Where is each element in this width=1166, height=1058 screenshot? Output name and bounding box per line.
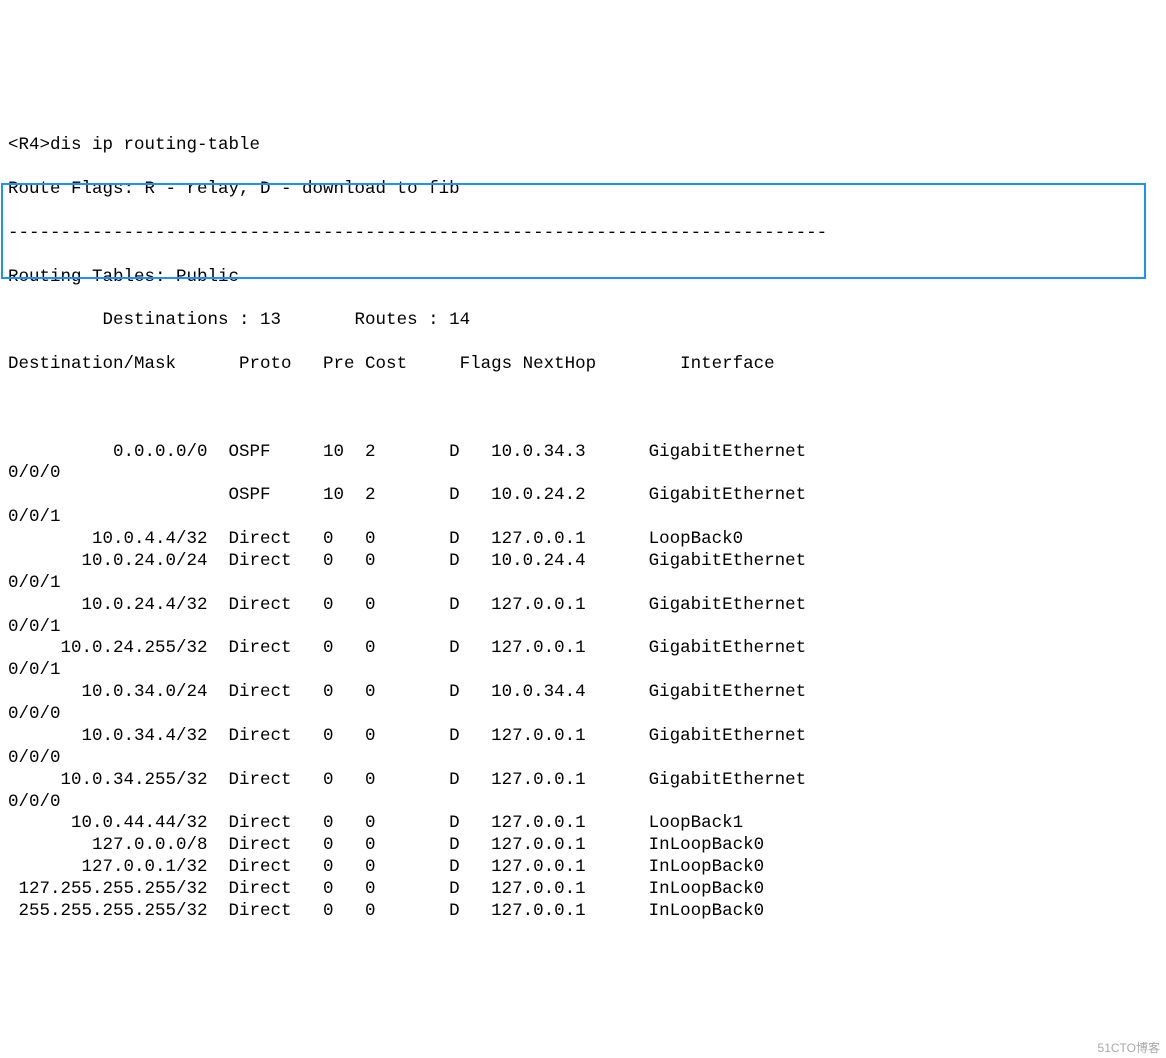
- destinations-routes-line: Destinations : 13 Routes : 14: [8, 310, 470, 330]
- table-header: Destination/Mask Proto Pre Cost Flags Ne…: [8, 354, 775, 374]
- route-flags-line: Route Flags: R - relay, D - download to …: [8, 179, 460, 199]
- separator-line: ----------------------------------------…: [8, 223, 827, 243]
- routing-tables-line: Routing Tables: Public: [8, 267, 239, 287]
- watermark: 51CTO博客: [1098, 1041, 1160, 1056]
- routing-table-body: 0.0.0.0/0 OSPF 10 2 D 10.0.34.3 GigabitE…: [8, 442, 806, 921]
- prompt-line: <R4>dis ip routing-table: [8, 135, 260, 155]
